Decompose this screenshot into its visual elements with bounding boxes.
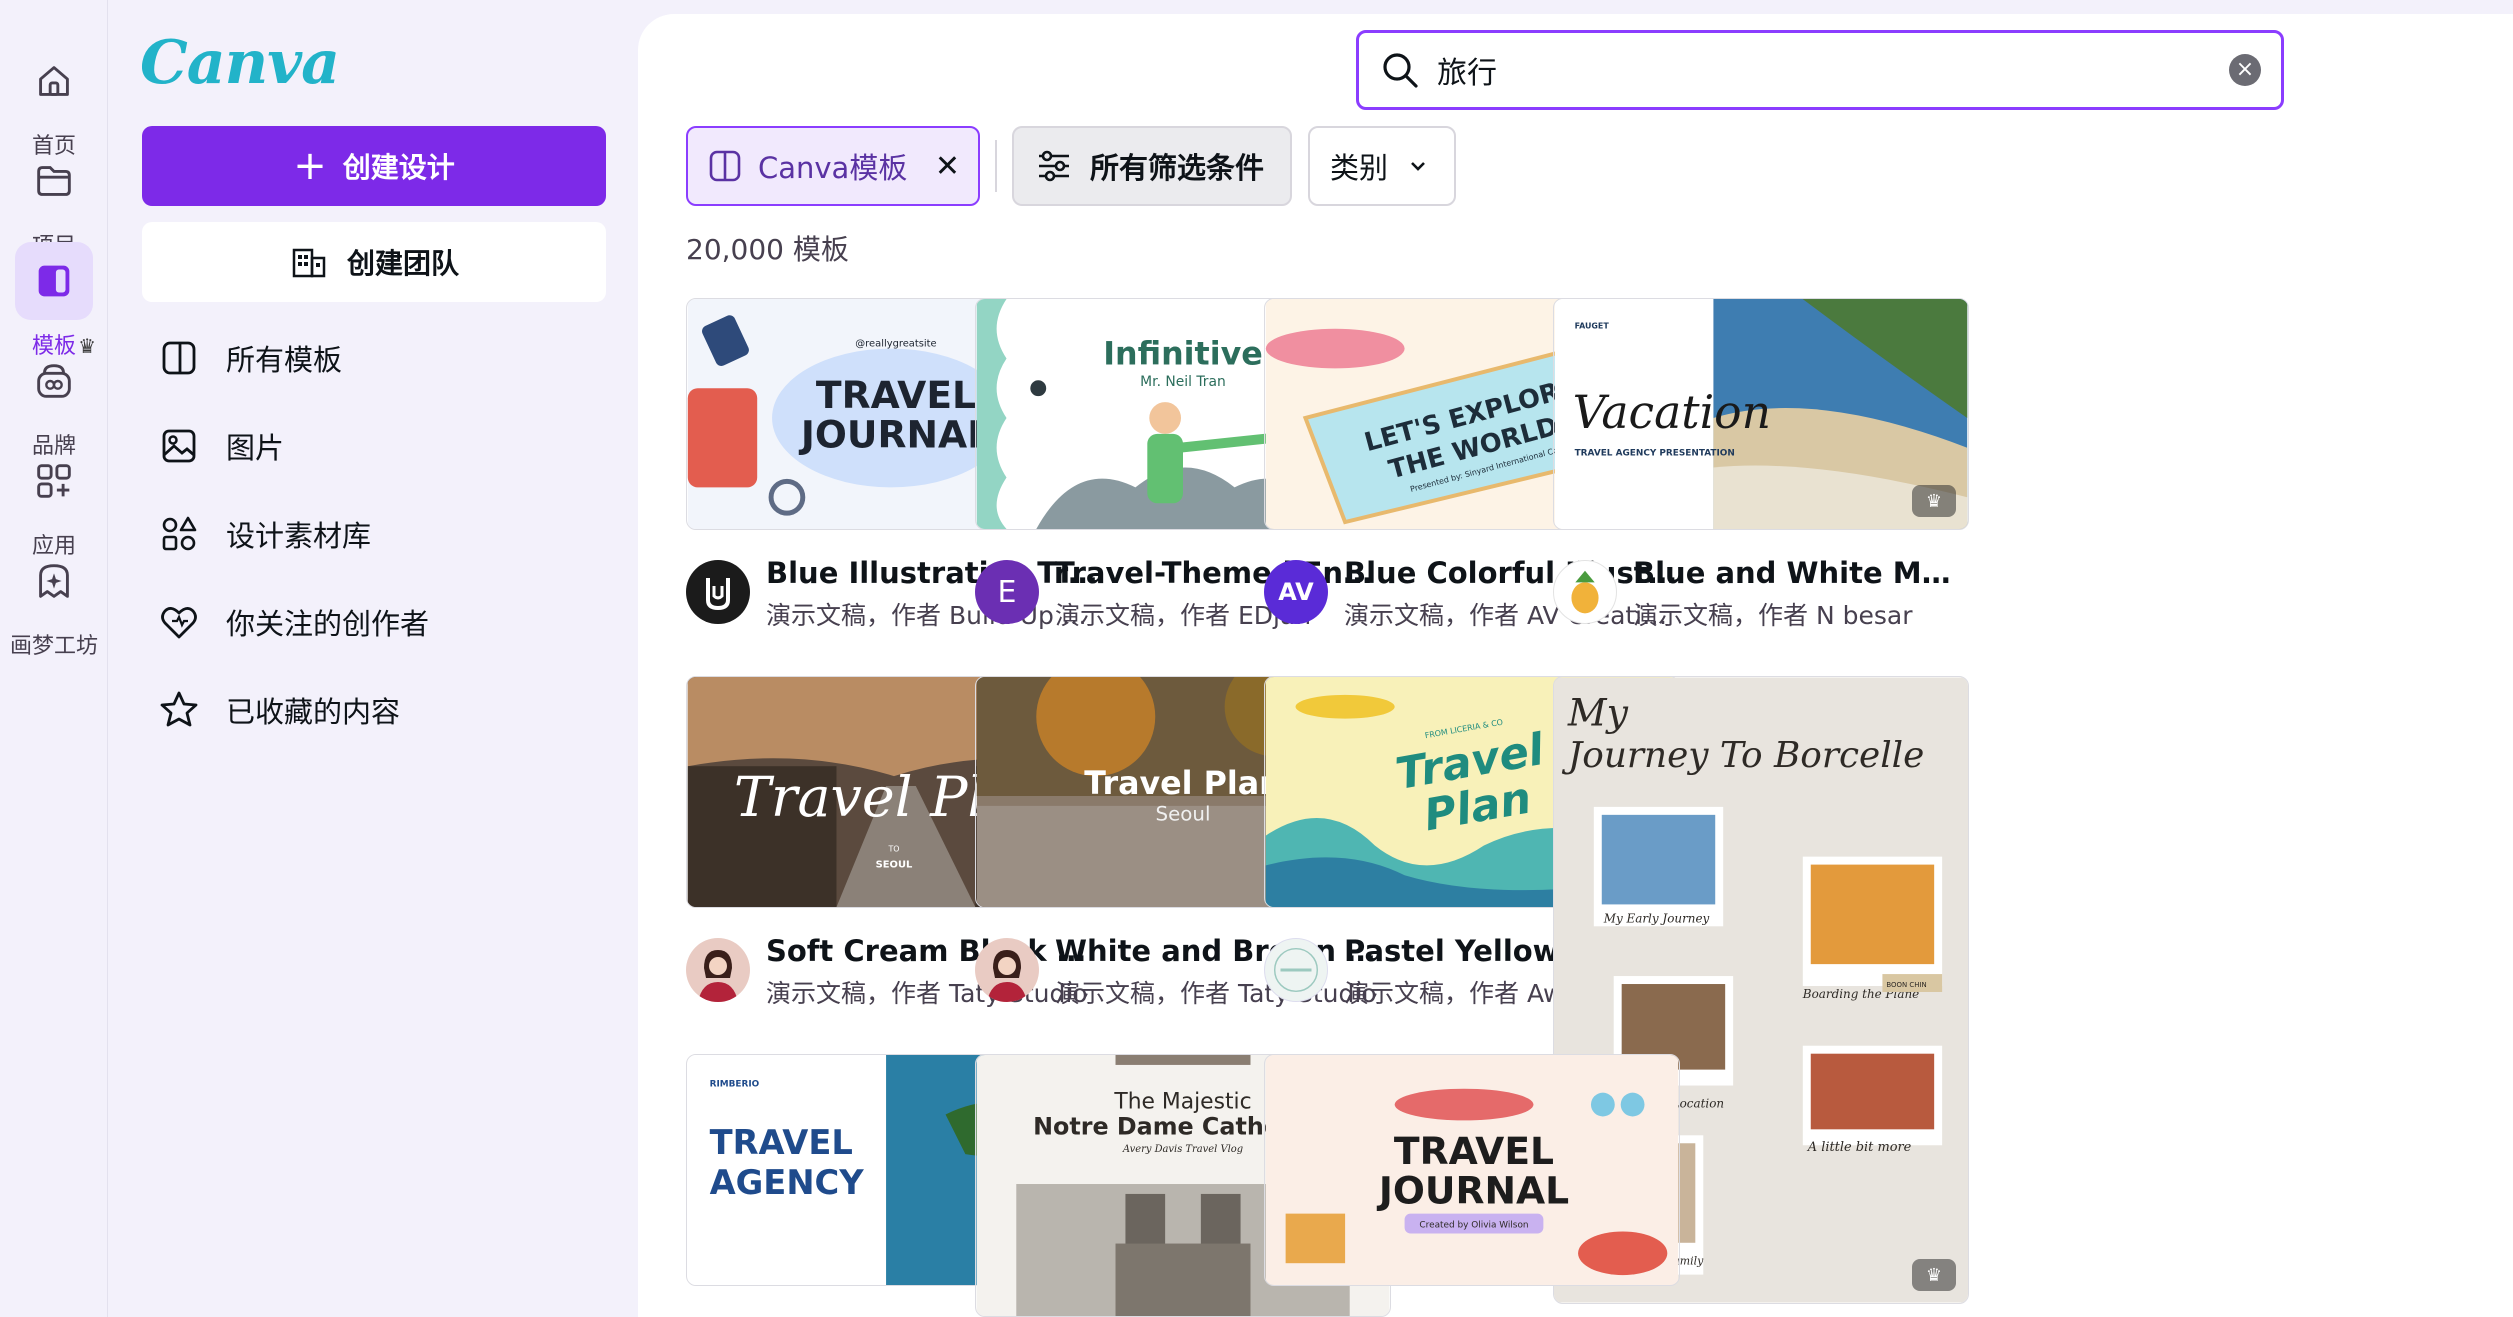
thumb-text: JOURNAL (798, 413, 991, 457)
pro-crown-icon: ♛ (1912, 1259, 1956, 1291)
thumb-text: Created by Olivia Wilson (1419, 1221, 1528, 1231)
nav-label: 图片 (226, 431, 285, 465)
create-team-button[interactable]: 创建团队 (142, 222, 606, 302)
thumb-text: Journey To Borcelle (1561, 735, 1924, 776)
search-icon (1383, 53, 1418, 88)
thumb-text: @reallygreatsite (855, 339, 936, 350)
thumb-text: TO (887, 844, 899, 853)
main-panel: 旅行 × Canva模板 ✕ 所有筛选条件 类别 20,000 模板 TRAVE… (638, 14, 2513, 1317)
nav-elements[interactable]: 设计素材库 (158, 504, 371, 564)
creator-avatar[interactable] (1264, 938, 1328, 1002)
search-value: 旅行 (1437, 56, 1497, 91)
creator-avatar[interactable] (975, 938, 1039, 1002)
canva-templates-filter-chip[interactable]: Canva模板 ✕ (686, 126, 980, 206)
chip-label: 所有筛选条件 (1090, 151, 1265, 185)
chevron-down-icon (1411, 162, 1425, 171)
nav-label: 已收藏的内容 (226, 695, 401, 729)
template-thumbnail[interactable]: TRAVEL JOURNAL Created by Olivia Wilson (1264, 1054, 1680, 1286)
pro-crown-icon: ♛ (1912, 485, 1956, 517)
thumb-text: Travel Plan (1084, 766, 1281, 802)
thumb-text: Vacation (1573, 386, 1771, 439)
building-icon (292, 248, 326, 278)
clear-search-icon[interactable]: × (2229, 54, 2261, 86)
thumb-text: TRAVEL AGENCY PRESENTATION (1575, 449, 1735, 459)
thumb-text: TRAVEL (1394, 1129, 1554, 1173)
heart-icon (161, 607, 197, 639)
nav-followed-creators[interactable]: 你关注的创作者 (158, 592, 429, 652)
thumb-text: Avery Davis Travel Vlog (1122, 1144, 1243, 1155)
nav-label: 你关注的创作者 (226, 607, 430, 641)
thumb-text: BOON CHIN (1886, 981, 1926, 989)
thumb-text: Infinitive (1103, 336, 1263, 372)
creator-avatar[interactable]: AV (1264, 560, 1328, 624)
create-design-label: 创建设计 (342, 151, 455, 184)
thumb-text: RIMBERIO (710, 1080, 760, 1090)
all-filters-button[interactable]: 所有筛选条件 (1012, 126, 1292, 206)
results-count: 20,000 模板 (686, 233, 849, 266)
sidebar: Canva + 创建设计 创建团队 所有模板 图片 设计素材库 你关注的创作者 … (108, 0, 638, 1317)
apps-icon (15, 442, 93, 520)
thumb-text: The Majestic (1113, 1090, 1251, 1115)
templates-outline-icon (709, 150, 741, 182)
chip-label: Canva模板 (758, 151, 908, 185)
create-design-button[interactable]: + 创建设计 (142, 126, 606, 206)
thumb-text: TRAVEL (816, 373, 976, 417)
thumb-text: AGENCY (710, 1163, 865, 1202)
templates-icon (15, 242, 93, 320)
thumb-text: My (1567, 690, 1629, 734)
divider (995, 140, 997, 192)
nav-all-templates[interactable]: 所有模板 (158, 328, 342, 388)
rail-item-dream-lab[interactable]: 画梦工坊 (0, 526, 108, 666)
thumb-text: My Early Journey (1603, 911, 1710, 925)
creator-avatar[interactable] (686, 938, 750, 1002)
thumb-text: A little bit more (1807, 1140, 1912, 1155)
rail-label: 画梦工坊 (9, 634, 98, 659)
category-dropdown[interactable]: 类别 (1308, 126, 1456, 206)
plus-icon: + (293, 143, 327, 189)
create-team-label: 创建团队 (346, 247, 459, 280)
elements-icon (162, 516, 197, 551)
thumb-text: FAUGET (1575, 322, 1610, 331)
creator-avatar[interactable] (686, 560, 750, 624)
nav-label: 所有模板 (226, 343, 343, 377)
image-icon (162, 429, 196, 463)
nav-starred[interactable]: 已收藏的内容 (158, 680, 400, 740)
nav-label: 设计素材库 (226, 519, 372, 553)
creator-avatar[interactable]: E (975, 560, 1039, 624)
thumb-text: SEOUL (876, 859, 913, 870)
folder-icon (15, 142, 93, 220)
card-meta: Blue and White Moder... 演示文稿，作者 N besar (1553, 556, 1969, 630)
card-title[interactable]: Blue and White Moder... (1633, 556, 1969, 590)
icon-rail: 首页 项目 模板 ♛ 品牌 应用 画梦工坊 (0, 0, 108, 1317)
star-icon (160, 691, 198, 727)
templates-outline-icon (162, 341, 196, 375)
template-thumbnail[interactable]: FAUGET Vacation TRAVEL AGENCY PRESENTATI… (1553, 298, 1969, 530)
canva-logo[interactable]: Canva (140, 28, 340, 98)
thumb-text: Mr. Neil Tran (1140, 374, 1226, 390)
chip-label: 类别 (1330, 151, 1389, 185)
remove-filter-icon[interactable]: ✕ (935, 149, 960, 184)
thumb-text: Seoul (1156, 803, 1211, 826)
card-subtitle: 演示文稿，作者 N besar (1633, 601, 1913, 630)
sliders-icon (1039, 150, 1069, 182)
thumb-text: JOURNAL (1376, 1169, 1569, 1213)
creator-avatar[interactable] (1553, 560, 1617, 624)
dream-lab-icon (15, 542, 93, 620)
nav-images[interactable]: 图片 (158, 416, 284, 476)
home-icon (15, 42, 93, 120)
search-input[interactable]: 旅行 × (1356, 30, 2284, 110)
crown-icon: ♛ (78, 334, 96, 358)
thumb-text: TRAVEL (710, 1123, 853, 1162)
